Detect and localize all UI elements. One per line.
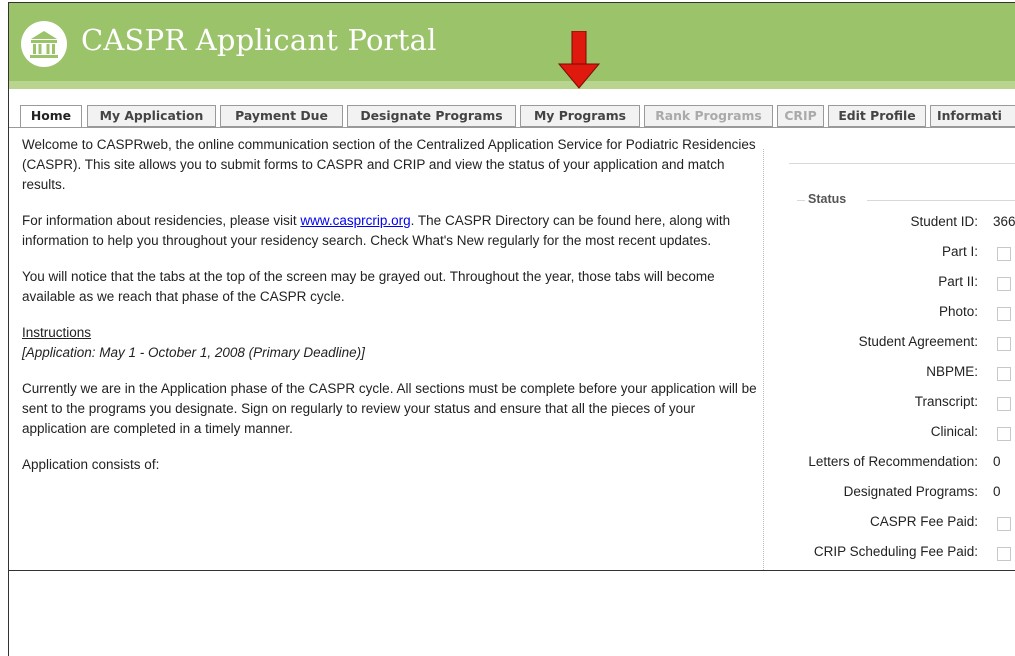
status-checkbox xyxy=(997,547,1011,561)
status-value: 0 xyxy=(993,454,1001,469)
status-label: CRIP Scheduling Fee Paid: xyxy=(813,544,978,559)
instructions-note: [Application: May 1 - October 1, 2008 (P… xyxy=(22,345,365,360)
status-checkbox xyxy=(997,247,1011,261)
tab-edit-profile[interactable]: Edit Profile xyxy=(828,105,926,127)
header-banner: CASPR Applicant Portal xyxy=(9,3,1015,81)
status-legend: Status xyxy=(808,192,847,206)
status-row-photo: Photo: xyxy=(769,304,1015,324)
notice-paragraph: You will notice that the tabs at the top… xyxy=(22,269,715,304)
status-row-transcript: Transcript: xyxy=(769,394,1015,414)
status-label: CASPR Fee Paid: xyxy=(869,514,978,529)
status-label: Photo: xyxy=(938,304,978,319)
phase-paragraph: Currently we are in the Application phas… xyxy=(22,381,757,436)
status-fieldset-border xyxy=(797,200,805,201)
status-row-student-id: Student ID: 366 xyxy=(769,214,1015,234)
home-content: Welcome to CASPRweb, the online communic… xyxy=(22,135,762,491)
status-row-designated-programs: Designated Programs: 0 xyxy=(769,484,1015,504)
frame-edge xyxy=(8,569,9,656)
consists-text: Application consists of: xyxy=(22,457,160,472)
tab-payment-due[interactable]: Payment Due xyxy=(220,105,343,127)
status-label: NBPME: xyxy=(926,364,978,379)
portal-frame: CASPR Applicant Portal Home My Applicati… xyxy=(8,2,1015,571)
status-checkbox xyxy=(997,337,1011,351)
status-value: 0 xyxy=(993,484,1001,499)
portal-title: CASPR Applicant Portal xyxy=(81,23,437,57)
info-paragraph: For information about residencies, pleas… xyxy=(22,213,731,248)
status-row-part-i: Part I: xyxy=(769,244,1015,264)
welcome-paragraph: Welcome to CASPRweb, the online communic… xyxy=(22,137,756,192)
tab-baseline xyxy=(9,127,1015,128)
status-checkbox xyxy=(997,277,1011,291)
status-checkbox xyxy=(997,367,1011,381)
status-label: Student Agreement: xyxy=(858,334,978,349)
status-label: Letters of Recommendation: xyxy=(808,454,978,469)
status-checkbox xyxy=(997,307,1011,321)
status-label: Part II: xyxy=(938,274,978,289)
status-label: Transcript: xyxy=(914,394,978,409)
tab-designate-programs[interactable]: Designate Programs xyxy=(347,105,516,127)
casprcrip-link[interactable]: www.casprcrip.org xyxy=(300,213,410,228)
tab-my-programs[interactable]: My Programs xyxy=(520,105,640,127)
header-band xyxy=(9,81,1015,89)
tab-information[interactable]: Informati xyxy=(930,105,1015,127)
status-checkbox xyxy=(997,517,1011,531)
status-row-clinical: Clinical: xyxy=(769,424,1015,444)
status-row-letters: Letters of Recommendation: 0 xyxy=(769,454,1015,474)
tab-crip: CRIP xyxy=(777,105,824,127)
status-checkbox xyxy=(997,427,1011,441)
status-row-nbpme: NBPME: xyxy=(769,364,1015,384)
status-row-crip-fee: CRIP Scheduling Fee Paid: xyxy=(769,544,1015,564)
tab-my-application[interactable]: My Application xyxy=(87,105,216,127)
status-row-student-agreement: Student Agreement: xyxy=(769,334,1015,354)
status-checkbox xyxy=(997,397,1011,411)
tab-rank-programs: Rank Programs xyxy=(644,105,773,127)
pillared-building-icon xyxy=(21,21,67,67)
status-row-caspr-fee: CASPR Fee Paid: xyxy=(769,514,1015,534)
red-down-arrow-icon xyxy=(557,31,601,89)
status-label: Part I: xyxy=(941,244,978,259)
instructions-heading: Instructions xyxy=(22,325,92,340)
status-label: Clinical: xyxy=(930,424,978,439)
status-label: Designated Programs: xyxy=(843,484,978,499)
status-fieldset-border xyxy=(867,200,1015,201)
instructions-block: Instructions [Application: May 1 - Octobe… xyxy=(22,323,762,363)
status-label: Student ID: xyxy=(910,214,978,229)
tab-home[interactable]: Home xyxy=(20,105,82,128)
column-divider xyxy=(763,149,764,570)
sidebar-top-rule xyxy=(789,163,1015,164)
status-value: 366 xyxy=(993,214,1015,229)
status-row-part-ii: Part II: xyxy=(769,274,1015,294)
